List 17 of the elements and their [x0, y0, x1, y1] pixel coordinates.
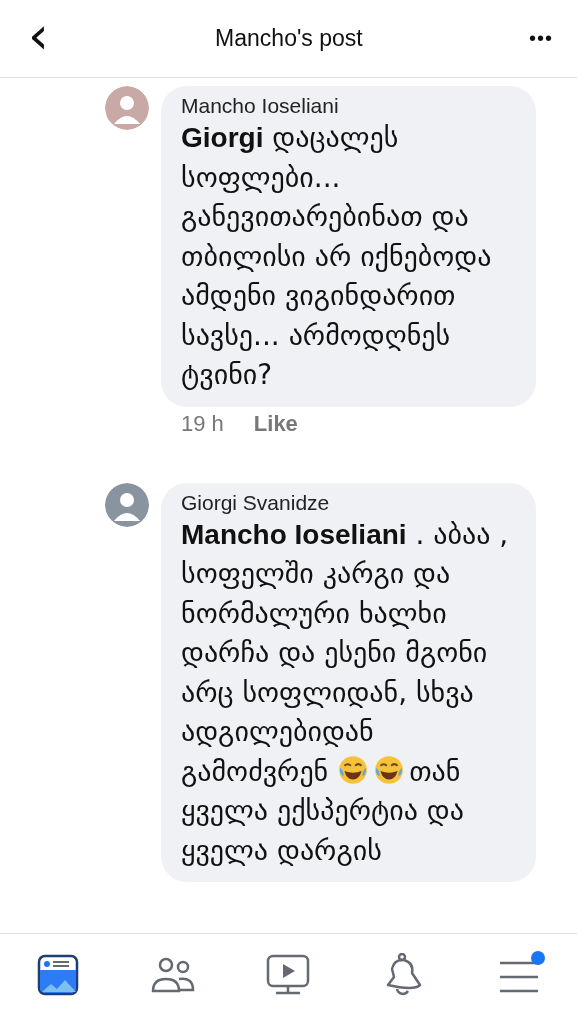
back-button[interactable]: ‹: [28, 8, 49, 61]
like-link[interactable]: Like: [253, 410, 298, 437]
comment-text: ყველა ექსპერტია და ყველა დარგის: [181, 794, 464, 867]
news-feed-icon: [36, 954, 79, 996]
more-button[interactable]: •••: [529, 27, 553, 50]
comment-text: Giorgi დაცალეს სოფლები... განევითარებინათ და თბილისი არ იქნებოდა ამდენი ვიგინდარით სავსე... არმოდღნეს ტვინი?: [181, 121, 492, 391]
comment-time: 19 h: [181, 410, 224, 437]
comment-text: გამოძვრენ: [181, 754, 329, 788]
laughing-emoji-icon: [373, 753, 406, 786]
comment-text: თან: [409, 754, 461, 788]
avatar[interactable]: [105, 482, 149, 527]
author-name[interactable]: Mancho Ioseliani: [181, 94, 516, 118]
page-title: Mancho's post: [215, 25, 363, 52]
laughing-emoji-icon: [337, 753, 370, 786]
video-icon: [266, 954, 311, 996]
friends-icon: [151, 955, 196, 995]
author-name[interactable]: Giorgi Svanidze: [181, 490, 516, 515]
